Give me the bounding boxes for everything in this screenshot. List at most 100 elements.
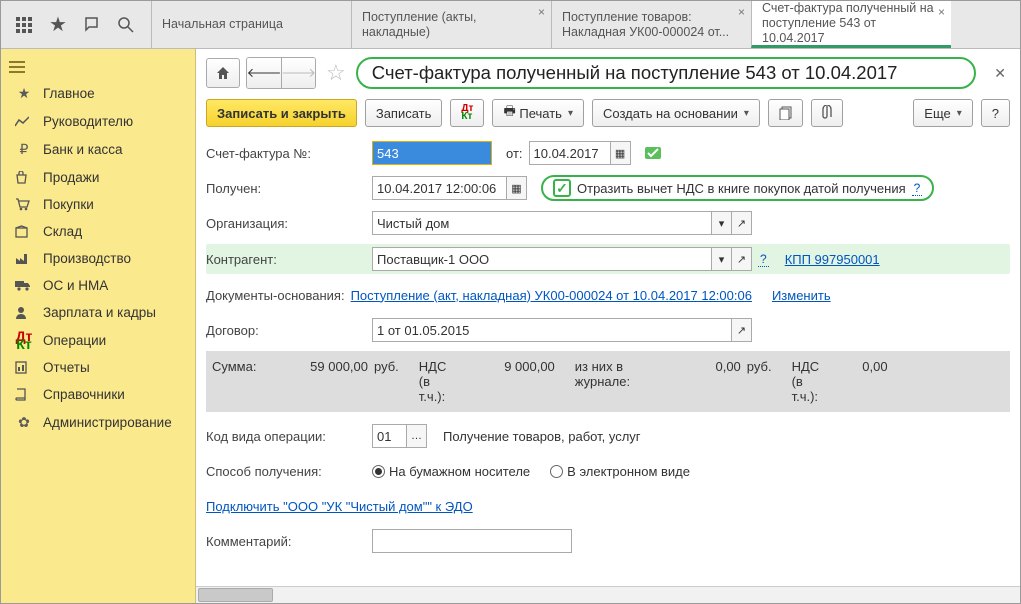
open-icon[interactable]: ↗	[732, 247, 752, 271]
apps-icon[interactable]	[9, 11, 39, 39]
report-icon	[15, 361, 33, 374]
sidebar-item-bank[interactable]: ₽Банк и касса	[1, 135, 195, 164]
favorite-star-icon[interactable]: ☆	[326, 60, 346, 86]
invoice-no-input[interactable]: 543	[372, 141, 492, 165]
content-area: 🡐 🡒 ☆ Счет-фактура полученный на поступл…	[196, 49, 1020, 603]
create-based-button[interactable]: Создать на основании	[592, 99, 760, 127]
help-button[interactable]: ?	[981, 99, 1010, 127]
kpp-link[interactable]: КПП 997950001	[785, 252, 880, 267]
nav-forward-button[interactable]: 🡒	[281, 58, 315, 88]
sidebar-item-warehouse[interactable]: Склад	[1, 218, 195, 245]
close-icon[interactable]: ×	[738, 5, 745, 19]
sum-value: 59 000,00	[278, 359, 368, 374]
book-icon	[15, 388, 33, 401]
change-link[interactable]: Изменить	[772, 288, 831, 303]
cart-icon	[15, 198, 33, 211]
home-button[interactable]	[206, 58, 240, 88]
comment-input[interactable]	[372, 529, 572, 553]
history-icon[interactable]	[77, 11, 107, 39]
printer-icon: 🖶	[503, 102, 515, 124]
truck-icon	[15, 280, 33, 291]
tab-label: Поступление (акты, накладные)	[362, 10, 541, 40]
sidebar-item-assets[interactable]: ОС и НМА	[1, 272, 195, 299]
sidebar-item-catalogs[interactable]: Справочники	[1, 381, 195, 408]
from-date-input[interactable]: 10.04.2017	[529, 141, 611, 165]
nav-arrows: 🡐 🡒	[246, 57, 316, 89]
vat-checkbox[interactable]: ✓	[553, 179, 571, 197]
comment-label: Комментарий:	[206, 534, 366, 549]
method-electronic-radio[interactable]: В электронном виде	[550, 464, 690, 479]
received-dt-input[interactable]: 10.04.2017 12:00:06	[372, 176, 507, 200]
method-paper-radio[interactable]: На бумажном носителе	[372, 464, 530, 479]
bag-icon	[15, 171, 33, 184]
tab-label: Поступление товаров: Накладная УК00-0000…	[562, 10, 741, 40]
sidebar-item-admin[interactable]: ✿Администрирование	[1, 408, 195, 437]
sidebar-item-manager[interactable]: Руководителю	[1, 108, 195, 135]
tab-receipt-doc[interactable]: Поступление товаров: Накладная УК00-0000…	[551, 1, 751, 48]
search-icon[interactable]	[111, 11, 141, 39]
nav-back-button[interactable]: 🡐	[247, 58, 281, 88]
vat2-label: НДС (в т.ч.):	[792, 359, 832, 404]
journal-label: из них в журнале:	[575, 359, 645, 389]
attach-button[interactable]	[811, 99, 843, 127]
favorite-icon[interactable]: ★	[43, 11, 73, 39]
copy-button[interactable]	[768, 99, 803, 127]
sidebar-item-operations[interactable]: ДтКт Операции	[1, 326, 195, 354]
sidebar-item-production[interactable]: Производство	[1, 245, 195, 272]
sidebar-item-label: Покупки	[43, 197, 94, 212]
sidebar-item-label: Склад	[43, 224, 82, 239]
basis-doc-link[interactable]: Поступление (акт, накладная) УК00-000024…	[351, 288, 752, 303]
person-icon	[15, 306, 33, 319]
sidebar-toggle-icon[interactable]	[1, 55, 195, 79]
counterparty-label: Контрагент:	[206, 252, 366, 267]
close-form-icon[interactable]: ✕	[990, 61, 1010, 86]
sidebar-item-hr[interactable]: Зарплата и кадры	[1, 299, 195, 326]
basis-label: Документы-основания:	[206, 288, 345, 303]
calendar-icon[interactable]: ▦	[611, 141, 631, 165]
sidebar-item-label: Операции	[43, 333, 106, 348]
save-and-close-button[interactable]: Записать и закрыть	[206, 99, 357, 127]
sidebar-item-sales[interactable]: Продажи	[1, 164, 195, 191]
vat-checkbox-label: Отразить вычет НДС в книге покупок датой…	[577, 181, 906, 196]
op-code-desc: Получение товаров, работ, услуг	[443, 429, 641, 444]
factory-icon	[15, 253, 33, 265]
more-button[interactable]: Еще	[913, 99, 972, 127]
tab-start-page[interactable]: Начальная страница	[151, 1, 351, 48]
tab-label: Начальная страница	[162, 17, 341, 32]
org-input[interactable]: Чистый дом	[372, 211, 712, 235]
select-icon[interactable]: …	[407, 424, 427, 448]
op-code-input[interactable]: 01	[372, 424, 407, 448]
close-icon[interactable]: ×	[538, 5, 545, 19]
vat2-value: 0,00	[838, 359, 888, 374]
help-link-icon[interactable]: ?	[758, 252, 769, 267]
open-icon[interactable]: ↗	[732, 211, 752, 235]
sidebar: ★Главное Руководителю ₽Банк и касса Прод…	[1, 49, 196, 603]
sidebar-item-label: Справочники	[43, 387, 125, 402]
dropdown-icon[interactable]: ▾	[712, 247, 732, 271]
dropdown-icon[interactable]: ▾	[712, 211, 732, 235]
print-button[interactable]: 🖶 Печать	[492, 99, 584, 127]
tab-invoice[interactable]: Счет-фактура полученный на поступление 5…	[751, 1, 951, 48]
save-button[interactable]: Записать	[365, 99, 443, 127]
horizontal-scrollbar[interactable]	[196, 586, 1020, 603]
status-flag-icon[interactable]	[645, 147, 661, 159]
vat-value: 9 000,00	[465, 359, 555, 374]
calendar-icon[interactable]: ▦	[507, 176, 527, 200]
received-label: Получен:	[206, 181, 366, 196]
totals-bar: Сумма: 59 000,00 руб. НДС (в т.ч.): 9 00…	[206, 351, 1010, 412]
sidebar-item-reports[interactable]: Отчеты	[1, 354, 195, 381]
tab-receipts[interactable]: Поступление (акты, накладные)×	[351, 1, 551, 48]
counterparty-input[interactable]: Поставщик-1 ООО	[372, 247, 712, 271]
open-icon[interactable]: ↗	[732, 318, 752, 342]
sidebar-item-main[interactable]: ★Главное	[1, 79, 195, 108]
sidebar-item-label: Банк и касса	[43, 142, 123, 157]
sidebar-item-purchases[interactable]: Покупки	[1, 191, 195, 218]
journal-value: 0,00	[651, 359, 741, 374]
contract-input[interactable]: 1 от 01.05.2015	[372, 318, 732, 342]
close-icon[interactable]: ×	[938, 5, 945, 19]
post-button[interactable]: ДтКт	[450, 99, 484, 127]
sidebar-item-label: Производство	[43, 251, 131, 266]
edo-connect-link[interactable]: Подключить "ООО "УК "Чистый дом"" к ЭДО	[206, 499, 473, 514]
help-link-icon[interactable]: ?	[912, 181, 923, 196]
dtkt-icon: ДтКт	[15, 332, 33, 348]
